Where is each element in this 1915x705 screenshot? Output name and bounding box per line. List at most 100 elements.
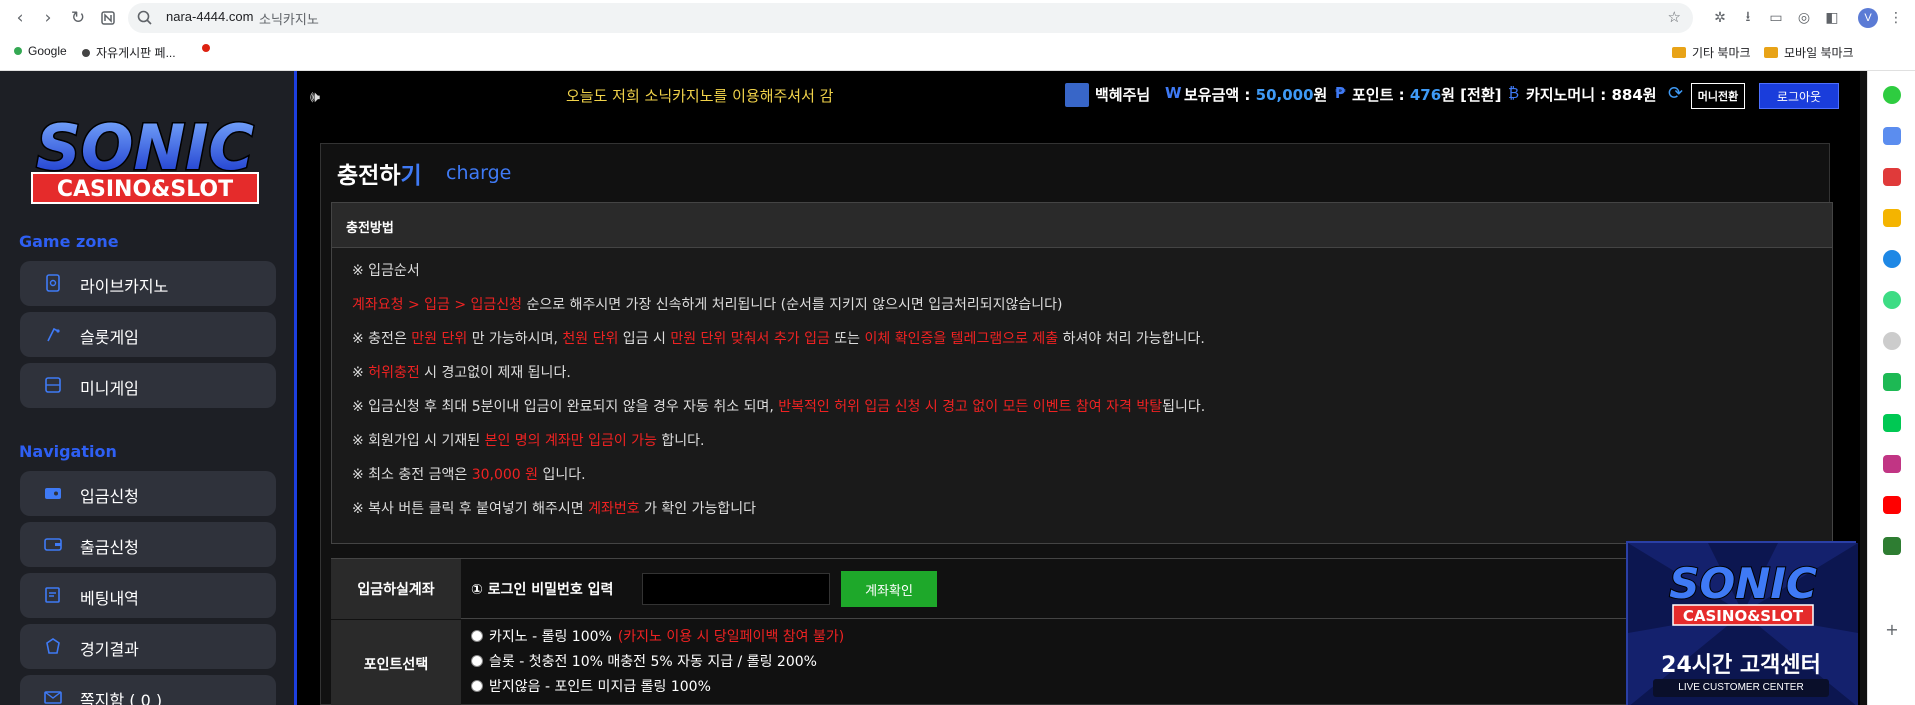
menu-label: 미니게임 [80,379,139,398]
edge-icon[interactable] [1883,250,1901,268]
betting-history-icon [45,587,60,603]
menu-messages[interactable]: 쪽지함 ( 0 ) [20,675,276,705]
banner-logo-sub: CASINO&SLOT [1683,607,1804,625]
address-bar[interactable]: nara-4444.com 소닉카지노 ☆ [128,3,1693,33]
star-app-icon[interactable] [1883,209,1901,227]
bookmark-folder-mobile[interactable]: 모바일 북마크 [1764,44,1854,61]
points-label: 포인트 : [1352,86,1410,104]
notice-text: 합니다. [656,433,705,449]
notice-line: ※ 최소 충전 금액은 30,000 원 입니다. [352,464,586,484]
notice-text: ※ 회원가입 시 기재된 [352,433,485,449]
radio-circle[interactable] [471,655,483,667]
video-icon[interactable]: ▭ [1766,8,1786,28]
notice-text: ※ 입금순서 [352,263,420,279]
point-icon: ₱ [1335,84,1346,102]
point-option-radio[interactable]: 카지노 - 롤링 100% (카지노 이용 시 당일페이백 참여 불가) [471,626,844,646]
account-row: 입금하실계좌 ① 로그인 비밀번호 입력 계좌확인 [331,559,1631,619]
navigation-title: Navigation [19,442,117,461]
points-suffix: 원 [전환] [1441,86,1502,104]
points-value: 476 [1409,86,1442,104]
youtube-icon[interactable] [1883,496,1901,514]
side-panel-icon[interactable]: ◧ [1822,8,1842,28]
notice-text: 가 확인 가능합니다 [639,501,757,517]
points[interactable]: 포인트 : 476원 [전환] [1352,84,1502,105]
menu-icon[interactable]: ⋮ [1886,8,1906,28]
menu-deposit[interactable]: 입금신청 [20,471,276,516]
logout-button[interactable]: 로그아웃 [1759,83,1839,109]
bookmark-forum[interactable]: 자유게시판 페... [82,44,176,61]
notice-highlight: 계좌요청 > 입금 > 입금신청 [352,297,523,313]
screenshot-icon[interactable]: ◎ [1794,8,1814,28]
back-icon[interactable]: ‹ [8,6,32,30]
point-option-radio[interactable]: 슬롯 - 첫충전 10% 매충전 5% 자동 지급 / 롤링 200% [471,651,817,671]
banner-headline: 24시간 고객센터 [1661,653,1821,678]
play-icon[interactable] [1883,414,1901,432]
point-option-radio[interactable]: 받지않음 - 포인트 미지급 롤링 100% [471,676,711,696]
customer-center-banner[interactable]: SONIC CASINO&SLOT 24시간 고객센터 LIVE CUSTOME… [1626,541,1858,705]
menu-betting-history[interactable]: 베팅내역 [20,573,276,618]
download-icon[interactable]: ⭳ [1738,8,1758,28]
menu-label: 입금신청 [80,487,139,506]
deposit-form: 입금하실계좌 ① 로그인 비밀번호 입력 계좌확인 포인트선택 카지노 - 롤링… [331,558,1631,705]
sonic-logo[interactable]: SONIC CASINO&SLOT [10,109,280,219]
casino-money: 카지노머니 : 884원 [1526,86,1657,104]
menu-slot-game[interactable]: 슬롯게임 [20,312,276,357]
bookmark-label: Google [28,44,67,58]
marquee-notice: 오늘도 저희 소닉카지노를 이용해주셔서 감 [566,87,834,105]
menu-game-results[interactable]: 경기결과 [20,624,276,669]
calendar-icon[interactable] [1883,127,1901,145]
page-scrollbar[interactable] [1860,71,1867,705]
notice-text: ※ 충전은 [352,331,412,347]
folder-label: 기타 북마크 [1692,46,1751,60]
radio-circle[interactable] [471,630,483,642]
balance-label: 보유금액 : [1184,86,1256,104]
casino-money-icon: ₿ [1508,84,1520,102]
green-circle-icon[interactable] [1883,86,1901,104]
bookmark-google[interactable]: Google [14,44,67,58]
site-info-icon[interactable] [96,6,120,30]
radio-circle[interactable] [471,680,483,692]
reload-icon[interactable]: ↻ [66,6,90,30]
notice-highlight: 계좌번호 [588,501,640,517]
notice-highlight: 본인 명의 계좌만 입금이 가능 [484,433,657,449]
bookmark-folder-other[interactable]: 기타 북마크 [1672,44,1751,61]
forward-icon[interactable]: › [36,6,60,30]
profile-avatar[interactable]: V [1858,8,1878,28]
notice-text: 입니다. [538,467,586,483]
browser-side-panel: + [1867,71,1915,705]
refresh-icon[interactable]: ⟳ [1668,83,1683,104]
password-input[interactable] [642,573,830,605]
notice-text: 하셔야 처리 가능합니다. [1058,331,1205,347]
notice-highlight: 허위충전 [368,365,420,381]
chart-app-icon[interactable] [1883,537,1901,555]
top-bar: 🕪 오늘도 저희 소닉카지노를 이용해주셔서 감 백혜주님 W 보유금액 : 5… [300,71,1867,121]
menu-live-casino[interactable]: 라이브카지노 [20,261,276,306]
slot-icon [47,327,60,342]
list-app-icon[interactable] [1883,373,1901,391]
money-transfer-button[interactable]: 머니전환 [1691,83,1745,109]
instagram-icon[interactable] [1883,455,1901,473]
bookmark-red[interactable] [202,44,210,52]
red-dot-icon [202,44,210,52]
heading-part-b: 기 [400,163,422,189]
user-avatar-icon [1065,83,1089,107]
menu-mini-game[interactable]: 미니게임 [20,363,276,408]
sidebar: SONIC CASINO&SLOT Game zone 라이브카지노 슬롯게임 … [0,71,297,705]
folder-label: 모바일 북마크 [1784,46,1854,60]
menu-withdraw[interactable]: 출금신청 [20,522,276,567]
account-check-button[interactable]: 계좌확인 [841,571,937,607]
add-icon[interactable]: + [1883,621,1901,639]
notice-header: 충전방법 [332,203,1832,248]
balance-unit: 원 [1313,86,1328,104]
pocket-icon[interactable] [1883,168,1901,186]
notice-line: ※ 충전은 만원 단위 만 가능하시며, 천원 단위 입금 시 만원 단위 맞춰… [352,328,1205,348]
banner-caption: LIVE CUSTOMER CENTER [1653,679,1829,697]
bookmark-star-icon[interactable]: ☆ [1668,8,1681,26]
notice-highlight: 만원 단위 [411,331,468,347]
notice-text: 또는 [829,331,865,347]
notice-text: 됩니다. [1162,399,1206,415]
circle-app-icon[interactable] [1883,291,1901,309]
bot-icon[interactable] [1883,332,1901,350]
extensions-icon[interactable]: ✲ [1710,8,1730,28]
web-page: SONIC CASINO&SLOT Game zone 라이브카지노 슬롯게임 … [0,71,1867,705]
